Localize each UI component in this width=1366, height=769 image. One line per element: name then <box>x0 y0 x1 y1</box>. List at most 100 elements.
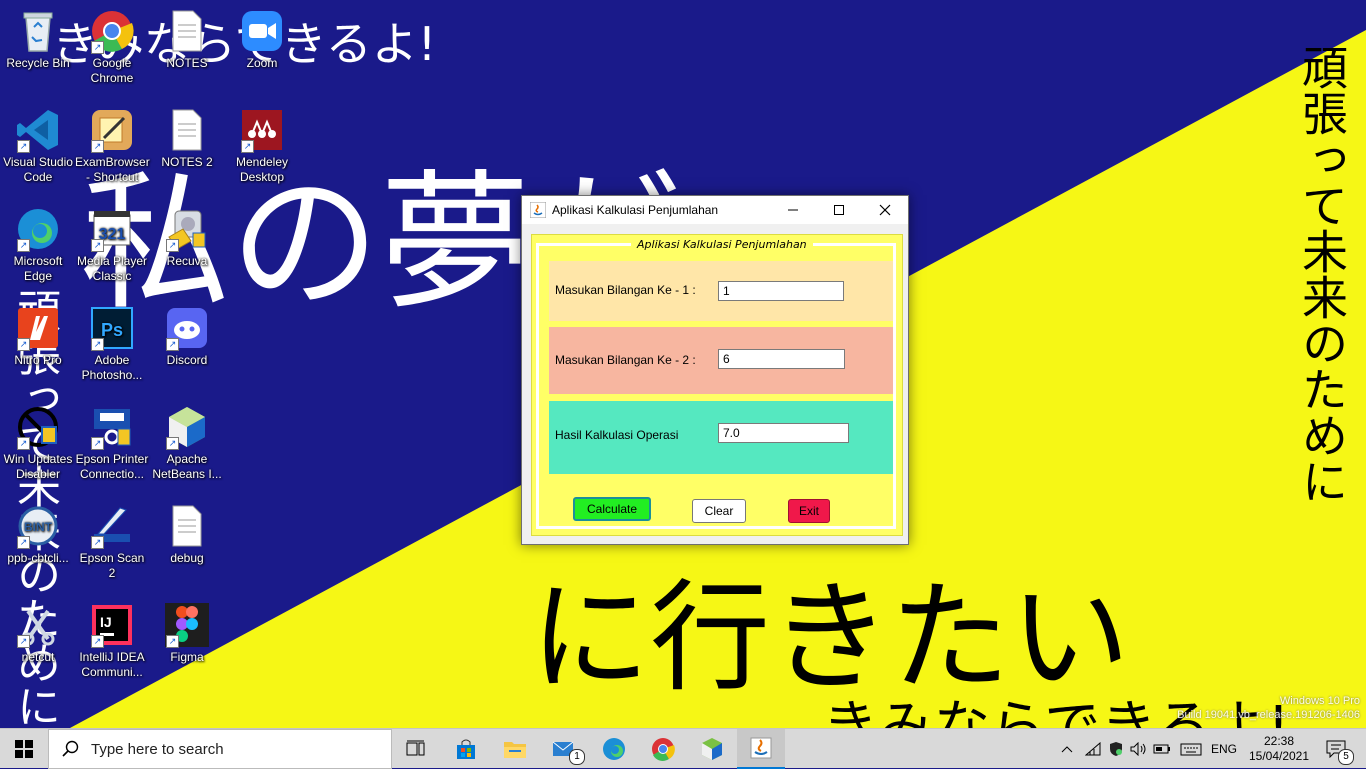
vscode-icon: ↗ <box>15 107 61 153</box>
desktop-icon-label: Epson Printer Connectio... <box>75 452 149 481</box>
show-hidden-icons-button[interactable] <box>1056 729 1078 769</box>
tray-keyboard[interactable] <box>1178 729 1204 769</box>
tray-language[interactable]: ENG <box>1206 729 1242 769</box>
desktop-icon-label: netcut <box>21 650 55 664</box>
taskbar-java-app[interactable] <box>737 729 785 769</box>
desktop-icon-label: Zoom <box>246 56 278 70</box>
exit-button[interactable]: Exit <box>788 499 830 523</box>
desktop-icon-recuva[interactable]: ↗ Recuva <box>150 206 224 269</box>
titled-border: Aplikasi Kalkulasi Penjumlahan Masukan B… <box>536 238 896 529</box>
desktop-icon-win-updates-disabler[interactable]: ↗ Win Updates Disabler <box>1 404 75 482</box>
desktop-icon-notes-2[interactable]: NOTES 2 <box>150 107 224 170</box>
desktop-icon-label: Discord <box>166 353 208 367</box>
close-icon <box>879 204 891 216</box>
nitro-icon: ↗ <box>15 305 61 351</box>
window-titlebar[interactable]: Aplikasi Kalkulasi Penjumlahan <box>522 196 908 224</box>
desktop-icon-ppb-cbt[interactable]: BINT ↗ ppb-cbtcli... <box>1 503 75 566</box>
calculate-button[interactable]: Calculate <box>573 497 651 521</box>
zoom-icon <box>239 8 285 54</box>
desktop-icon-label: Apache NetBeans I... <box>152 452 222 481</box>
chevron-up-icon <box>1061 746 1073 753</box>
result-label: Hasil Kalkulasi Operasi <box>555 428 679 442</box>
desktop-icon-photoshop[interactable]: Ps ↗ Adobe Photosho... <box>75 305 149 383</box>
clear-button[interactable]: Clear <box>692 499 746 523</box>
desktop-icon-label: debug <box>170 551 204 565</box>
desktop-icon-netcut[interactable]: ↗ netcut <box>1 602 75 665</box>
desktop-icon-label: Visual Studio Code <box>3 155 73 184</box>
folder-icon <box>504 742 526 758</box>
tray-volume[interactable] <box>1128 729 1150 769</box>
chrome-icon <box>652 738 675 761</box>
minimize-button[interactable] <box>770 196 816 224</box>
taskbar-file-explorer[interactable] <box>491 729 539 769</box>
taskbar-search[interactable]: Type here to search <box>48 729 392 769</box>
desktop-icon-vscode[interactable]: ↗ Visual Studio Code <box>1 107 75 185</box>
input-1-label: Masukan Bilangan Ke - 1 : <box>555 283 696 297</box>
result-field[interactable] <box>718 423 849 443</box>
svg-text:BINT: BINT <box>24 520 53 534</box>
start-button[interactable] <box>0 729 48 769</box>
chrome-icon: ↗ <box>89 8 135 54</box>
desktop-icon-label: Recuva <box>166 254 208 268</box>
desktop-icon-intellij[interactable]: IJ ↗ IntelliJ IDEA Communi... <box>75 602 149 680</box>
desktop-icon-epson-printer[interactable]: ↗ Epson Printer Connectio... <box>75 404 149 482</box>
svg-text:IJ: IJ <box>100 614 112 630</box>
input-row-2: Masukan Bilangan Ke - 2 : <box>549 327 893 394</box>
desktop-icon-chrome[interactable]: ↗ Google Chrome <box>75 8 149 86</box>
desktop-icon-label: Win Updates Disabler <box>3 452 73 481</box>
main-panel: Aplikasi Kalkulasi Penjumlahan Masukan B… <box>531 234 903 536</box>
maximize-button[interactable] <box>816 196 862 224</box>
desktop-icon-nitro[interactable]: ↗ Nitro Pro <box>1 305 75 368</box>
input-1-field[interactable] <box>718 281 844 301</box>
task-view-icon <box>406 740 425 756</box>
desktop-icon-debug[interactable]: debug <box>150 503 224 566</box>
search-placeholder: Type here to search <box>91 740 224 758</box>
taskbar-mail[interactable]: 1 <box>541 729 589 769</box>
photoshop-icon: Ps ↗ <box>89 305 135 351</box>
store-icon <box>457 739 475 759</box>
desktop-icon-netbeans[interactable]: ↗ Apache NetBeans I... <box>150 404 224 482</box>
desktop-icon-mendeley[interactable]: ↗ Mendeley Desktop <box>225 107 299 185</box>
desktop-icon-recycle-bin[interactable]: Recycle Bin <box>1 8 75 71</box>
tray-battery[interactable] <box>1151 729 1173 769</box>
desktop-icon-media-player[interactable]: 321 ↗ Media Player Classic <box>75 206 149 284</box>
taskbar: Type here to search 1 ENG 22:38 15/04/20… <box>0 728 1366 769</box>
desktop-icon-figma[interactable]: ↗ Figma <box>150 602 224 665</box>
media-player-icon: 321 ↗ <box>89 206 135 252</box>
desktop-icon-notes[interactable]: NOTES <box>150 8 224 71</box>
edge-icon <box>603 738 625 760</box>
taskbar-chrome[interactable] <box>639 729 687 769</box>
exambrowser-icon: ↗ <box>89 107 135 153</box>
tray-network[interactable] <box>1082 729 1104 769</box>
desktop-icon-discord[interactable]: ↗ Discord <box>150 305 224 368</box>
taskbar-store[interactable] <box>442 729 490 769</box>
desktop-icon-zoom[interactable]: Zoom <box>225 8 299 71</box>
app-window: Aplikasi Kalkulasi Penjumlahan Aplikasi … <box>521 195 909 545</box>
desktop-icon-edge[interactable]: ↗ Microsoft Edge <box>1 206 75 284</box>
notification-badge: 5 <box>1338 749 1354 765</box>
close-button[interactable] <box>862 196 908 224</box>
desktop-icon-label: Media Player Classic <box>76 254 148 283</box>
recycle-bin-icon <box>15 8 61 54</box>
win-updates-disabler-icon: ↗ <box>15 404 61 450</box>
taskbar-netbeans[interactable] <box>688 729 736 769</box>
epson-scan-icon: ↗ <box>89 503 135 549</box>
input-2-field[interactable] <box>718 349 845 369</box>
windows-logo-icon <box>15 740 33 758</box>
desktop-icon-label: Microsoft Edge <box>13 254 63 283</box>
mail-badge: 1 <box>569 749 585 765</box>
window-title: Aplikasi Kalkulasi Penjumlahan <box>552 203 719 217</box>
desktop-icon-exambrowser[interactable]: ↗ ExamBrowser - Shortcut <box>75 107 150 185</box>
watermark-edition: Windows 10 Pro <box>1279 695 1360 707</box>
desktop-icon-label: ExamBrowser - Shortcut <box>75 155 150 184</box>
input-row-1: Masukan Bilangan Ke - 1 : <box>549 261 893 321</box>
tray-clock[interactable]: 22:38 15/04/2021 <box>1244 729 1314 769</box>
taskbar-edge[interactable] <box>590 729 638 769</box>
tray-security[interactable] <box>1105 729 1127 769</box>
result-row: Hasil Kalkulasi Operasi <box>549 401 893 474</box>
task-view-button[interactable] <box>392 729 440 769</box>
keyboard-icon <box>1180 743 1202 756</box>
action-center-button[interactable]: 5 <box>1316 729 1356 769</box>
desktop-icon-epson-scan[interactable]: ↗ Epson Scan 2 <box>75 503 149 581</box>
desktop-icon-label: Google Chrome <box>90 56 134 85</box>
